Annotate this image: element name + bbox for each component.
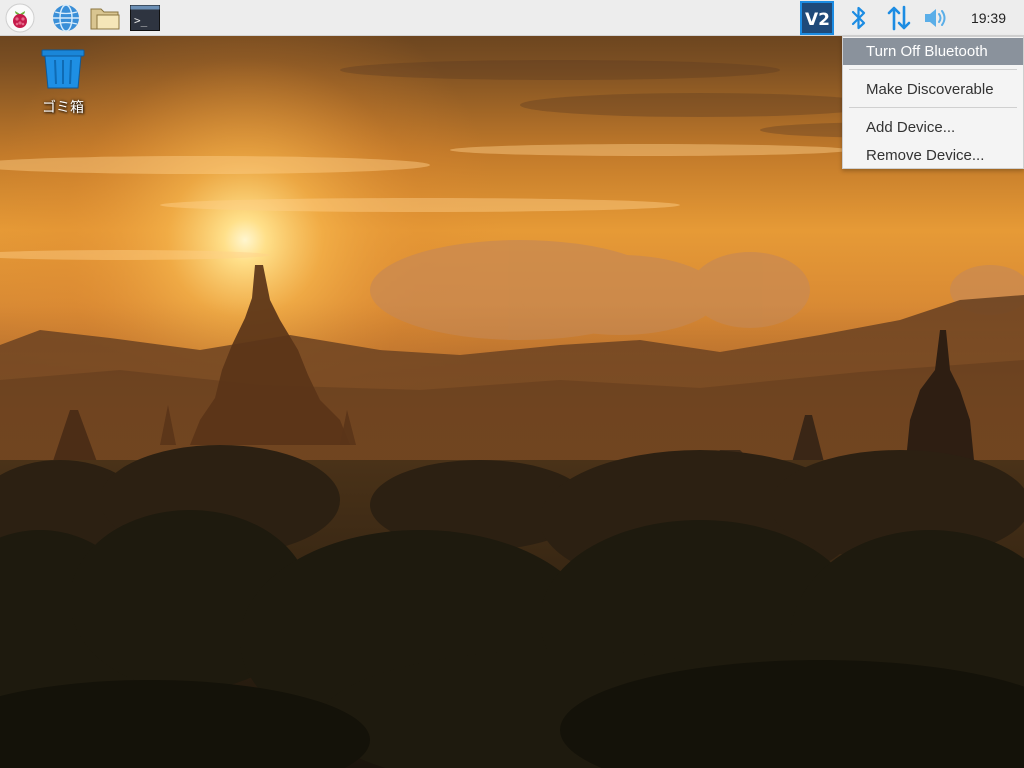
web-browser-button[interactable] bbox=[50, 2, 82, 34]
folder-icon bbox=[90, 8, 120, 30]
taskbar: >_ V2 19:39 bbox=[0, 0, 1024, 36]
bluetooth-tray-button[interactable] bbox=[843, 2, 875, 34]
vnc-icon: V2 bbox=[800, 1, 834, 35]
trash-desktop-icon[interactable]: ゴミ箱 bbox=[28, 48, 98, 117]
desktop: >_ V2 19:39 ゴミ箱 Turn Off Bluetooth Make … bbox=[0, 0, 1024, 768]
menu-separator bbox=[849, 69, 1017, 70]
vnc-tray-button[interactable]: V2 bbox=[800, 1, 834, 35]
trash-label: ゴミ箱 bbox=[42, 100, 84, 116]
menu-item-turn-off-bluetooth[interactable]: Turn Off Bluetooth bbox=[843, 38, 1023, 65]
bluetooth-menu: Turn Off Bluetooth Make Discoverable Add… bbox=[842, 36, 1024, 169]
terminal-glyph: >_ bbox=[134, 14, 148, 27]
menu-item-make-discoverable[interactable]: Make Discoverable bbox=[843, 76, 1023, 103]
trash-icon bbox=[41, 49, 85, 89]
file-manager-button[interactable] bbox=[89, 2, 121, 34]
menu-item-remove-device[interactable]: Remove Device... bbox=[843, 142, 1023, 169]
volume-icon bbox=[925, 9, 946, 27]
terminal-button[interactable]: >_ bbox=[129, 2, 161, 34]
bluetooth-icon bbox=[851, 6, 866, 30]
volume-tray-button[interactable] bbox=[920, 2, 952, 34]
raspberry-menu-button[interactable] bbox=[4, 2, 36, 34]
clock[interactable]: 19:39 bbox=[971, 0, 1006, 36]
globe-icon bbox=[53, 4, 79, 32]
network-tray-button[interactable] bbox=[883, 2, 915, 34]
menu-separator bbox=[849, 107, 1017, 108]
network-arrows-icon bbox=[887, 5, 911, 31]
terminal-icon: >_ bbox=[130, 5, 160, 31]
raspberry-icon bbox=[5, 3, 35, 33]
menu-item-add-device[interactable]: Add Device... bbox=[843, 114, 1023, 141]
vnc-glyph: V2 bbox=[805, 10, 830, 30]
